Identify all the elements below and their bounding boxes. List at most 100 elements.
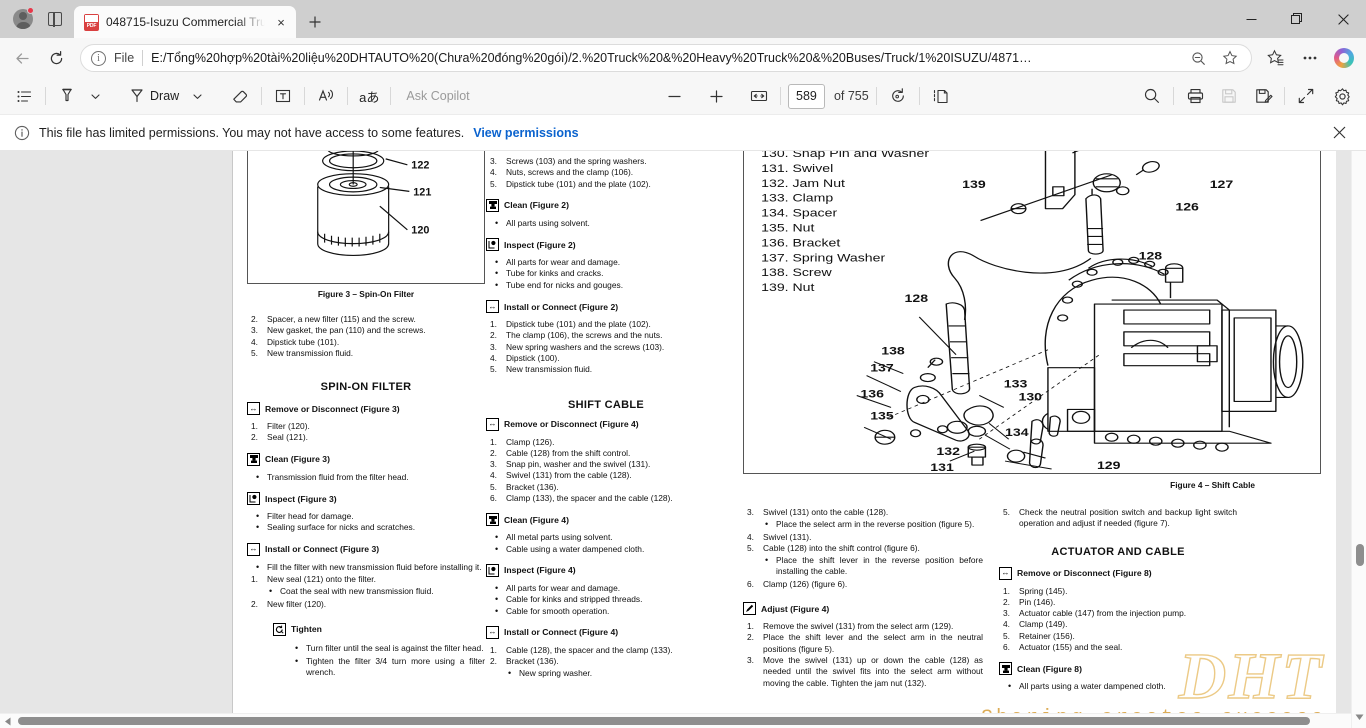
page-number-input[interactable]: 589 <box>787 83 825 109</box>
browser-title-bar: PDF 048715-Isuzu Commercial Truck F × <box>0 0 1366 38</box>
divider <box>261 87 263 105</box>
highlighter-icon[interactable] <box>53 82 81 110</box>
section-header-install-connect-fig4: ↔ Install or Connect (Figure 4) <box>486 625 726 639</box>
list-item: 1. Spring (145). <box>1003 585 1068 596</box>
back-arrow-icon[interactable] <box>6 42 38 74</box>
install-connect-icon: ↔ <box>486 300 499 314</box>
highlight-chevron-down-icon[interactable] <box>81 82 109 110</box>
expand-icon[interactable] <box>1292 82 1320 110</box>
translate-icon[interactable]: aあ <box>355 82 383 110</box>
list-item: Turn filter until the seal is against th… <box>273 643 485 655</box>
draw-button[interactable]: Draw <box>124 82 183 110</box>
list-item: 3. New spring washers and the screws (103… <box>490 341 665 352</box>
list-item: 6. Clamp (126) (figure 6). <box>747 578 848 589</box>
eraser-icon[interactable] <box>226 82 254 110</box>
table-of-contents-icon[interactable] <box>10 82 38 110</box>
pdf-file-icon: PDF <box>84 13 99 31</box>
scroll-down-icon[interactable] <box>1352 710 1366 725</box>
install-connect-icon: ↔ <box>486 625 499 639</box>
svg-text:139: 139 <box>962 177 986 190</box>
view-permissions-link[interactable]: View permissions <box>473 126 578 140</box>
copilot-icon[interactable] <box>1328 42 1360 74</box>
scroll-left-icon[interactable] <box>0 714 15 728</box>
vertical-scroll-thumb[interactable] <box>1355 544 1364 566</box>
numbered-list: 1. Dipstick tube (101) and the plate (102… <box>486 319 726 375</box>
bullet-list: All metal parts using solvent. Cable usi… <box>486 532 726 555</box>
gear-icon[interactable] <box>1328 82 1356 110</box>
pdf-viewer[interactable]: 122 121 120 Figure 3 – Spin-On Filter 2.… <box>0 151 1366 728</box>
list-item: 5. New transmission fluid. <box>490 364 593 375</box>
close-window-button[interactable] <box>1320 0 1366 38</box>
star-icon[interactable] <box>1217 46 1243 70</box>
section-header-clean-fig4: Clean (Figure 4) <box>486 513 726 527</box>
svg-text:132: 132 <box>936 444 960 457</box>
read-aloud-icon[interactable] <box>312 82 340 110</box>
divider <box>45 87 46 105</box>
svg-text:131: 131 <box>930 460 954 473</box>
figure-4-drawing: 130. Snap Pin and Washer 131. Swivel 132… <box>761 151 1304 474</box>
close-icon[interactable]: × <box>272 13 290 31</box>
zoom-in-button[interactable] <box>703 82 731 110</box>
address-bar[interactable]: i File E:/Tổng%20hợp%20tài%20liệu%20DHTA… <box>80 44 1252 72</box>
divider <box>1284 87 1285 105</box>
save-as-icon[interactable] <box>1249 82 1277 110</box>
list-item: Tighten the filter 3/4 turn more using a… <box>273 656 485 679</box>
browser-navigation-bar: i File E:/Tổng%20hợp%20tài%20liệu%20DHTA… <box>0 38 1366 78</box>
draw-chevron-down-icon[interactable] <box>183 82 211 110</box>
new-tab-button[interactable] <box>301 8 329 36</box>
info-icon <box>14 125 30 141</box>
vertical-scrollbar[interactable] <box>1351 151 1366 728</box>
list-item: Fill the filter with new transmission fl… <box>247 562 485 574</box>
svg-text:137: 137 <box>870 361 894 374</box>
tab-search-button[interactable] <box>40 4 70 34</box>
svg-text:137. Spring Washer: 137. Spring Washer <box>761 251 886 264</box>
section-heading-shift-cable: SHIFT CABLE <box>567 398 645 411</box>
figure-3-caption: Figure 3 – Spin-On Filter <box>317 289 415 299</box>
list-item: All parts for wear and damage. <box>486 583 726 595</box>
svg-text:138. Screw: 138. Screw <box>761 266 832 279</box>
ask-copilot-button[interactable]: Ask Copilot <box>398 82 477 110</box>
list-item: Transmission fluid from the filter head. <box>247 472 485 484</box>
scheme-label: File <box>114 51 135 65</box>
search-icon[interactable] <box>1138 82 1166 110</box>
tighten-icon <box>273 622 286 636</box>
collections-star-icon[interactable] <box>1260 42 1292 74</box>
clean-icon <box>486 513 499 527</box>
section-header-tighten: Tighten <box>273 622 485 636</box>
site-info-icon[interactable]: i <box>91 50 106 66</box>
url-text: E:/Tổng%20hợp%20tài%20liệu%20DHTAUTO%20(… <box>151 51 1032 65</box>
close-icon[interactable] <box>1326 120 1352 146</box>
list-item: 2. Seal (121). <box>251 432 308 443</box>
svg-text:130: 130 <box>1019 390 1043 403</box>
browser-tab-active[interactable]: PDF 048715-Isuzu Commercial Truck F × <box>74 6 296 38</box>
fit-to-width-icon[interactable] <box>745 82 773 110</box>
list-item: 4. Nuts, screws and the clamp (106). <box>490 167 634 178</box>
divider <box>779 87 781 105</box>
list-item: 2. Spacer, a new filter (115) and the scr… <box>251 314 416 324</box>
window-controls <box>1228 0 1366 38</box>
svg-text:136. Bracket: 136. Bracket <box>761 236 841 249</box>
sub-bullet-list: Place the select arm in the reverse posi… <box>743 519 983 531</box>
svg-text:135. Nut: 135. Nut <box>761 221 815 234</box>
page-view-icon[interactable] <box>927 82 955 110</box>
horizontal-scrollbar[interactable] <box>0 713 1351 728</box>
maximize-restore-button[interactable] <box>1274 0 1320 38</box>
numbered-list: 2. New filter (120). <box>247 599 485 610</box>
zoom-out-icon[interactable] <box>1185 46 1211 70</box>
refresh-icon[interactable] <box>40 42 72 74</box>
sub-bullet-list: Place the shift lever in the reverse pos… <box>743 555 983 578</box>
profile-avatar-button[interactable] <box>8 4 38 34</box>
rotate-icon[interactable] <box>884 82 912 110</box>
zoom-out-button[interactable] <box>661 82 689 110</box>
save-icon[interactable] <box>1215 82 1243 110</box>
print-icon[interactable] <box>1181 82 1209 110</box>
more-settings-icon[interactable] <box>1294 42 1326 74</box>
minimize-button[interactable] <box>1228 0 1274 38</box>
horizontal-scroll-thumb[interactable] <box>18 717 1310 725</box>
add-text-icon[interactable] <box>269 82 297 110</box>
tab-title: 048715-Isuzu Commercial Truck F <box>106 15 265 29</box>
list-item: 5. Cable (128) into the shift control (fi… <box>747 542 920 553</box>
remove-disconnect-icon: ↔ <box>999 566 1012 580</box>
section-heading-actuator-and-cable: ACTUATOR AND CABLE <box>1051 545 1185 558</box>
section-header-inspect-fig2: Inspect (Figure 2) <box>486 238 726 252</box>
